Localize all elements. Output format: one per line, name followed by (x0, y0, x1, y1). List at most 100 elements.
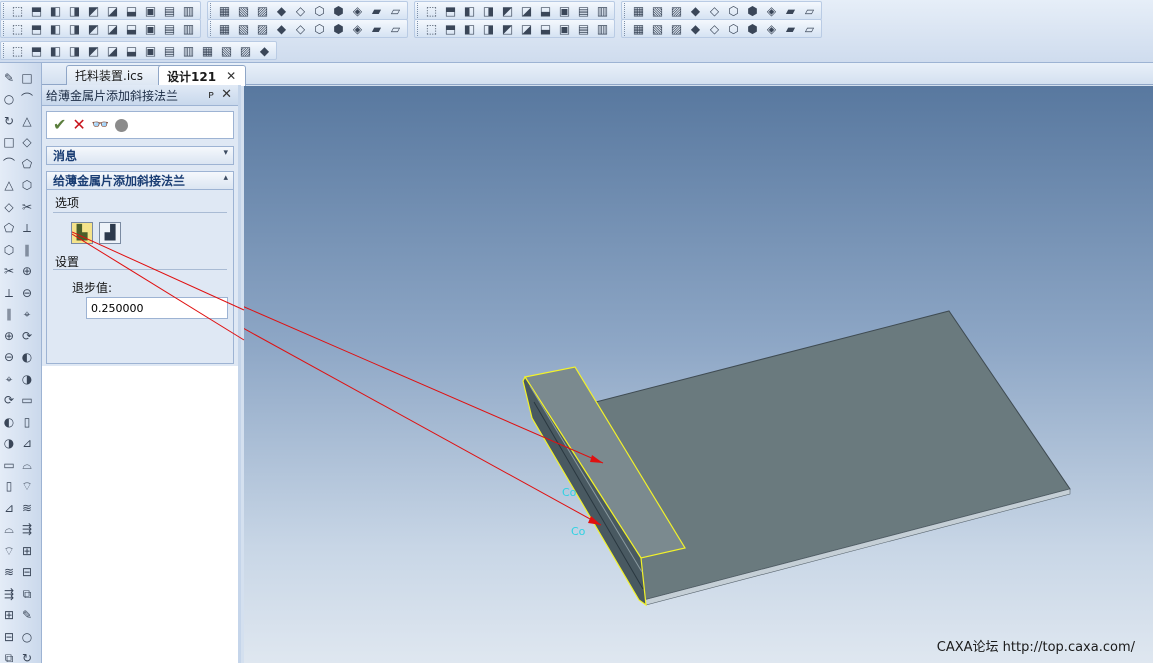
left-tool-10-icon[interactable]: ⟂ (1, 283, 17, 303)
grip-icon[interactable] (624, 21, 627, 36)
bend-icon[interactable]: ◇ (706, 2, 723, 19)
left-tool-1-icon[interactable]: ○ (1, 90, 17, 110)
help-icon[interactable]: ▱ (801, 20, 818, 37)
tab-design121[interactable]: 设计121 ✕ (158, 65, 246, 86)
left-tool-33-icon[interactable]: ⬡ (19, 176, 35, 196)
stitch-icon[interactable]: ▧ (218, 42, 235, 59)
deleteface-icon[interactable]: ▤ (161, 42, 178, 59)
left-tool-46-icon[interactable]: ⌓ (19, 455, 35, 475)
import-icon[interactable]: ◈ (763, 20, 780, 37)
cut-icon[interactable]: ◪ (104, 2, 121, 19)
mirror-icon[interactable]: ▨ (668, 2, 685, 19)
left-tool-44-icon[interactable]: ▯ (19, 412, 35, 432)
grip-icon[interactable] (3, 3, 6, 18)
left-tool-36-icon[interactable]: ∥ (19, 240, 35, 260)
tab-icon[interactable]: ◈ (763, 2, 780, 19)
camera-icon[interactable]: ⬓ (537, 20, 554, 37)
thread-icon[interactable]: ▦ (630, 2, 647, 19)
left-tool-12-icon[interactable]: ⊕ (1, 326, 17, 346)
assembly-icon[interactable]: ▣ (142, 20, 159, 37)
heal-icon[interactable]: ▨ (237, 42, 254, 59)
apply-icon[interactable] (115, 118, 129, 132)
scale-icon[interactable]: ◈ (349, 20, 366, 37)
offsetface-icon[interactable]: ▣ (142, 42, 159, 59)
sphere-icon[interactable]: ▰ (368, 2, 385, 19)
copy-icon[interactable]: ⬓ (123, 2, 140, 19)
trim-icon[interactable]: ◨ (66, 42, 83, 59)
plane-icon[interactable]: ⬒ (28, 20, 45, 37)
sim-icon[interactable]: ▤ (575, 20, 592, 37)
left-tool-15-icon[interactable]: ⟳ (1, 391, 17, 411)
left-tool-28-icon[interactable]: □ (19, 68, 35, 88)
bom-icon[interactable]: ▦ (630, 20, 647, 37)
grip-icon[interactable] (417, 21, 420, 36)
zoom-icon[interactable]: ▧ (235, 2, 252, 19)
left-tool-45-icon[interactable]: ⊿ (19, 434, 35, 454)
left-tool-50-icon[interactable]: ⊞ (19, 541, 35, 561)
new-icon[interactable]: ⬚ (9, 2, 26, 19)
stack-icon[interactable]: ⬚ (423, 20, 440, 37)
left-tool-9-icon[interactable]: ✂ (1, 262, 17, 282)
copy3d-icon[interactable]: ▱ (387, 20, 404, 37)
left-tool-19-icon[interactable]: ▯ (1, 477, 17, 497)
left-tool-13-icon[interactable]: ⊖ (1, 348, 17, 368)
loft-icon[interactable]: ◩ (499, 2, 516, 19)
merge-icon[interactable]: ⬢ (330, 20, 347, 37)
report-icon[interactable]: ▥ (594, 20, 611, 37)
left-tool-22-icon[interactable]: ⌔ (1, 541, 17, 561)
grip-icon[interactable] (3, 21, 6, 36)
shade-icon[interactable]: ◇ (292, 2, 309, 19)
cylinder-icon[interactable]: ◈ (349, 2, 366, 19)
surface-icon[interactable]: ⬚ (9, 42, 26, 59)
color-icon[interactable]: ◨ (480, 20, 497, 37)
split-icon[interactable]: ⬡ (311, 20, 328, 37)
explode-icon[interactable]: ⬓ (123, 20, 140, 37)
sketch-icon[interactable]: ⬚ (9, 20, 26, 37)
extend-icon[interactable]: ◩ (85, 42, 102, 59)
left-tool-5-icon[interactable]: △ (1, 176, 17, 196)
left-tool-37-icon[interactable]: ⊕ (19, 262, 35, 282)
feature-section-header[interactable]: 给薄金属片添加斜接法兰 ▴ (46, 171, 234, 190)
left-tool-25-icon[interactable]: ⊞ (1, 606, 17, 626)
replace-icon[interactable]: ▥ (180, 42, 197, 59)
left-tool-3-icon[interactable]: □ (1, 133, 17, 153)
hole-icon[interactable]: ▥ (594, 2, 611, 19)
left-tool-6-icon[interactable]: ◇ (1, 197, 17, 217)
blend-icon[interactable]: ◧ (47, 42, 64, 59)
left-tool-35-icon[interactable]: ⟂ (19, 219, 35, 239)
shell-icon[interactable]: ◪ (518, 2, 535, 19)
left-tool-54-icon[interactable]: ○ (19, 627, 35, 647)
left-tool-0-icon[interactable]: ✎ (1, 68, 17, 88)
thicken-icon[interactable]: ⬓ (123, 42, 140, 59)
hem-icon[interactable]: ⬢ (744, 2, 761, 19)
left-tool-39-icon[interactable]: ⌖ (19, 305, 35, 325)
left-tool-43-icon[interactable]: ▭ (19, 391, 35, 411)
measure-icon[interactable]: ◩ (85, 20, 102, 37)
pin-icon[interactable]: ᴘ (208, 88, 214, 101)
offset-icon[interactable]: ◇ (292, 20, 309, 37)
gap-icon[interactable]: ◇ (706, 20, 723, 37)
3d-viewport[interactable]: Co Co CAXA论坛 http://top.caxa.com/ (244, 86, 1153, 663)
preview-icon[interactable]: 👓 (92, 118, 109, 132)
paste-icon[interactable]: ▣ (142, 2, 159, 19)
left-tool-8-icon[interactable]: ⬡ (1, 240, 17, 260)
cone-icon[interactable]: ▱ (387, 2, 404, 19)
butt-option-icon[interactable]: ▟ (99, 222, 121, 244)
sweep-icon[interactable]: ◨ (480, 2, 497, 19)
align-icon[interactable]: ◆ (273, 20, 290, 37)
insert-icon[interactable]: ▧ (235, 20, 252, 37)
interfere-icon[interactable]: ◆ (687, 20, 704, 37)
rotate-icon[interactable]: ▥ (180, 2, 197, 19)
left-tool-7-icon[interactable]: ⬠ (1, 219, 17, 239)
layer-icon[interactable]: ⬒ (442, 20, 459, 37)
left-tool-55-icon[interactable]: ↻ (19, 649, 35, 663)
left-tool-30-icon[interactable]: △ (19, 111, 35, 131)
split-face-icon[interactable]: ◆ (256, 42, 273, 59)
left-tool-52-icon[interactable]: ⧉ (19, 584, 35, 604)
section-icon[interactable]: ◪ (104, 20, 121, 37)
grip-icon[interactable] (624, 3, 627, 18)
miter-option-icon[interactable]: ▙ (71, 222, 93, 244)
close-icon[interactable]: ✕ (221, 87, 232, 102)
render-icon[interactable]: ◩ (499, 20, 516, 37)
left-tool-20-icon[interactable]: ⊿ (1, 498, 17, 518)
